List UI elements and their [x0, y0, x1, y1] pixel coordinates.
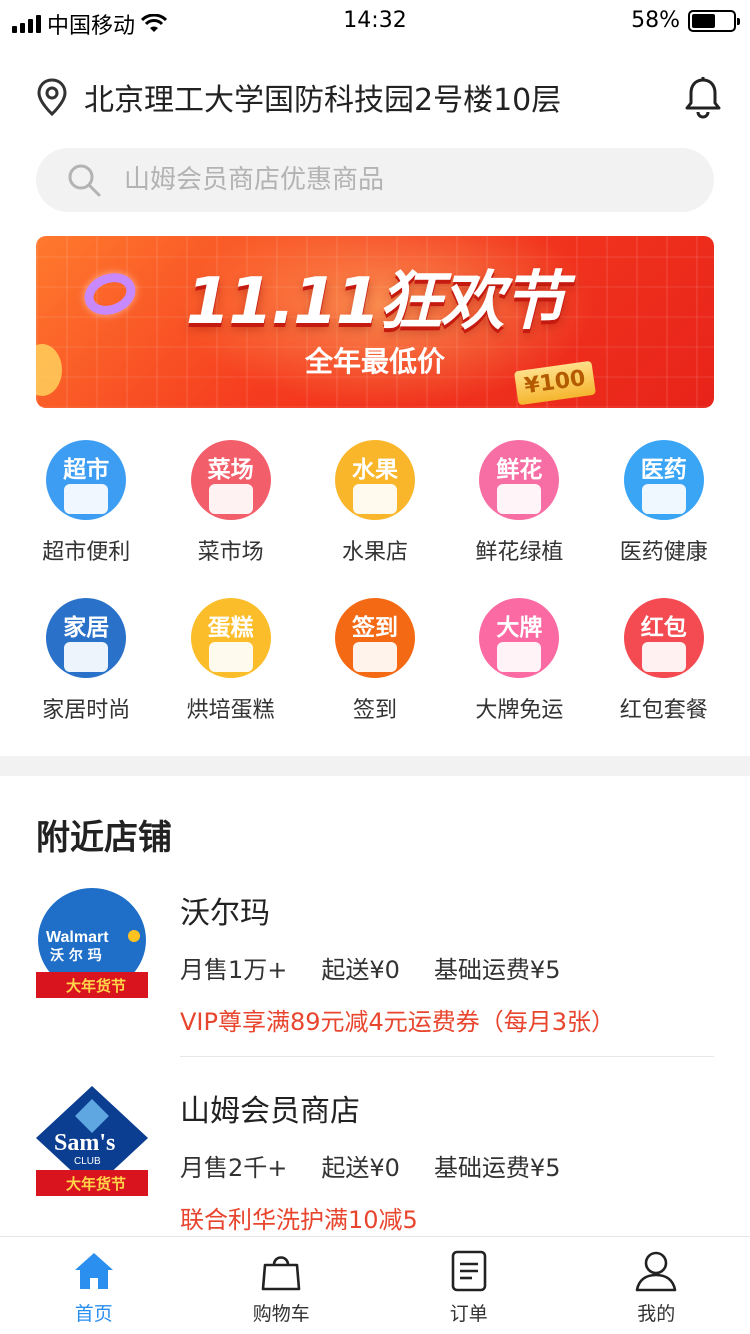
category-label: 鲜花绿植	[475, 540, 564, 565]
store-meta: 月售1万+ 起送¥0 基础运费¥5	[180, 950, 560, 985]
category-label: 签到	[352, 698, 397, 723]
flower-icon: 鲜花	[479, 440, 560, 520]
bottom-tab-bar: 首页 购物车 订单 我的	[0, 1236, 750, 1334]
svg-text:CLUB: CLUB	[74, 1156, 101, 1167]
monthly-sales: 月售1万+	[180, 956, 288, 984]
status-bar: 中国移动 14:32 58%	[0, 0, 750, 40]
category-medicine[interactable]: 医药 医药健康	[592, 428, 736, 586]
category-checkin[interactable]: 签到 签到	[303, 586, 447, 744]
diamond-icon: 大牌	[479, 598, 560, 678]
fruit-icon: 水果	[334, 440, 415, 520]
banner-subtitle: 全年最低价	[304, 345, 445, 378]
bag-icon	[261, 1256, 301, 1291]
tab-label: 首页	[74, 1303, 113, 1325]
tab-orders[interactable]: 订单	[375, 1237, 563, 1334]
category-flowers[interactable]: 鲜花 鲜花绿植	[447, 428, 591, 586]
medicine-icon: 医药	[623, 440, 704, 520]
tab-label: 订单	[449, 1303, 488, 1325]
banner-title: 11.11狂欢节	[185, 265, 566, 339]
tab-label: 购物车	[252, 1303, 310, 1325]
section-divider	[0, 756, 750, 776]
category-redpacket[interactable]: 红包 红包套餐	[592, 586, 736, 744]
sofa-icon: 家居	[46, 598, 127, 678]
search-bar[interactable]	[36, 148, 714, 212]
store-name: 山姆会员商店	[180, 1094, 360, 1129]
location-header: 北京理工大学国防科技园2号楼10层	[34, 70, 724, 124]
svg-text:Sam's: Sam's	[54, 1130, 115, 1156]
category-label: 超市便利	[42, 540, 131, 565]
order-icon	[451, 1250, 487, 1292]
delivery-address[interactable]: 北京理工大学国防科技园2号楼10层	[84, 75, 682, 119]
calendar-check-icon: 签到	[334, 598, 415, 678]
walmart-logo: Walmart 沃 尔 玛 大年货节	[36, 888, 148, 998]
category-market[interactable]: 菜场 菜市场	[158, 428, 302, 586]
category-cake[interactable]: 蛋糕 烘培蛋糕	[158, 586, 302, 744]
red-packet-icon: 红包	[623, 598, 704, 678]
bell-icon[interactable]	[682, 75, 724, 119]
svg-text:沃 尔 玛: 沃 尔 玛	[50, 947, 102, 964]
sams-club-logo: Sam's CLUB 大年货节	[36, 1086, 148, 1196]
category-label: 菜市场	[197, 540, 264, 565]
supermarket-icon: 超市	[46, 440, 127, 520]
category-label: 水果店	[341, 540, 408, 565]
store-meta: 月售2千+ 起送¥0 基础运费¥5	[180, 1148, 560, 1183]
category-grid: 超市 超市便利 菜场 菜市场 水果 水果店 鲜花 鲜花绿植 医药 医药健康 家居…	[14, 428, 736, 744]
user-icon	[635, 1251, 677, 1292]
category-fruit[interactable]: 水果 水果店	[303, 428, 447, 586]
nearby-stores-title: 附近店铺	[36, 818, 172, 858]
category-home[interactable]: 家居 家居时尚	[14, 586, 158, 744]
category-supermarket[interactable]: 超市 超市便利	[14, 428, 158, 586]
category-label: 大牌免运	[475, 698, 564, 723]
category-brands[interactable]: 大牌 大牌免运	[447, 586, 591, 744]
cake-icon: 蛋糕	[190, 598, 271, 678]
tab-home[interactable]: 首页	[0, 1237, 188, 1334]
search-input[interactable]	[124, 165, 644, 195]
monthly-sales: 月售2千+	[180, 1154, 288, 1182]
category-label: 医药健康	[619, 540, 708, 565]
svg-text:Walmart: Walmart	[46, 929, 109, 946]
min-order: 起送¥0	[321, 1154, 400, 1182]
delivery-fee: 基础运费¥5	[433, 1154, 561, 1182]
store-separator	[180, 1056, 714, 1057]
store-promo: VIP尊享满89元减4元运费券（每月3张）	[180, 1008, 616, 1036]
delivery-fee: 基础运费¥5	[433, 956, 561, 984]
search-icon	[68, 164, 101, 197]
tab-cart[interactable]: 购物车	[188, 1237, 376, 1334]
battery-percent: 58%	[631, 8, 680, 33]
category-label: 烘培蛋糕	[186, 698, 275, 723]
store-promo: 联合利华洗护满10减5	[180, 1206, 418, 1234]
tab-mine[interactable]: 我的	[563, 1237, 750, 1334]
battery-icon	[688, 9, 740, 32]
location-pin-icon[interactable]	[34, 77, 70, 117]
store-name: 沃尔玛	[180, 896, 270, 931]
category-label: 家居时尚	[42, 698, 131, 723]
home-icon	[74, 1253, 113, 1289]
tab-label: 我的	[637, 1303, 676, 1325]
promo-banner[interactable]: 11.11狂欢节 全年最低价 ¥100	[36, 236, 714, 408]
min-order: 起送¥0	[321, 956, 400, 984]
category-label: 红包套餐	[619, 698, 708, 723]
svg-text:大年货节: 大年货节	[66, 977, 126, 995]
svg-text:大年货节: 大年货节	[66, 1175, 126, 1193]
market-icon: 菜场	[190, 440, 271, 520]
